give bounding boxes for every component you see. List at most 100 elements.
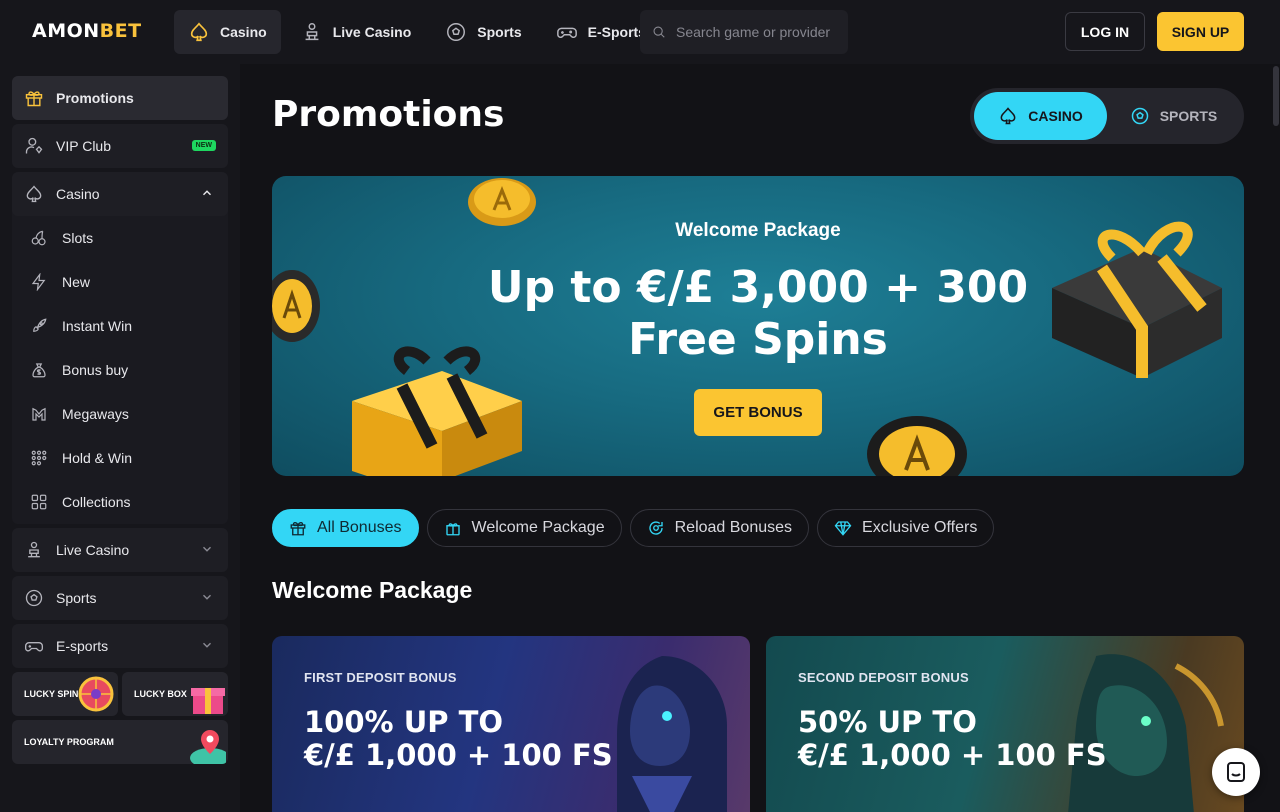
casino-group: Casino Slots New Instant Win Bonus buy M… <box>12 172 228 524</box>
sidebar-item-live-casino[interactable]: Live Casino <box>12 528 228 572</box>
new-badge: NEW <box>191 140 216 151</box>
gift-icon <box>25 91 43 107</box>
nav-casino[interactable]: Casino <box>174 10 281 54</box>
spade-icon <box>1000 107 1016 125</box>
section-title: Welcome Package <box>272 577 473 603</box>
search-input[interactable] <box>676 24 836 40</box>
sidebar-item-promotions[interactable]: Promotions <box>12 76 228 120</box>
lucky-box-tile[interactable]: LUCKY BOX <box>122 672 228 716</box>
coin-icon <box>867 416 967 476</box>
search-box <box>640 10 848 54</box>
nav-live-casino-label: Live Casino <box>332 24 412 40</box>
sidebar-sub-hold-win[interactable]: Hold & Win <box>12 436 228 480</box>
card-label: SECOND DEPOSIT BONUS <box>798 670 969 685</box>
spade-icon <box>190 22 208 42</box>
filter-welcome-package[interactable]: Welcome Package <box>426 509 622 547</box>
sidebar-item-label: Promotions <box>56 90 134 106</box>
gift-icon <box>290 521 306 536</box>
logo-text-1: AMON <box>32 20 100 42</box>
card-title-line1: 50% UP TO <box>798 705 977 739</box>
sub-item-label: New <box>62 274 91 290</box>
sidebar-item-casino[interactable]: Casino <box>12 172 228 216</box>
nav-casino-label: Casino <box>220 24 267 40</box>
sidebar-sub-slots[interactable]: Slots <box>12 216 228 260</box>
chevron-up-icon[interactable] <box>200 186 214 200</box>
get-bonus-button[interactable]: GET BONUS <box>694 389 822 436</box>
reload-icon <box>648 521 663 535</box>
page-scrollbar[interactable] <box>1272 64 1280 812</box>
chevron-down-icon[interactable] <box>200 590 214 604</box>
scrollbar-thumb[interactable] <box>1273 66 1279 126</box>
casino-sports-toggle: CASINO SPORTS <box>970 88 1244 144</box>
gift-box-icon <box>445 523 460 536</box>
nav-sports-label: Sports <box>477 24 522 40</box>
dealer-icon <box>28 541 40 558</box>
filter-exclusive-offers[interactable]: Exclusive Offers <box>817 509 995 547</box>
filter-label: Exclusive Offers <box>862 519 978 536</box>
toggle-sports[interactable]: SPORTS <box>1107 92 1240 140</box>
sidebar-item-esports[interactable]: E-sports <box>12 624 228 668</box>
main-content: Promotions CASINO SPORTS Welcome Package… <box>240 64 1272 812</box>
sidebar-item-label: Casino <box>56 186 100 202</box>
live-chat-button[interactable] <box>1212 748 1260 796</box>
logo-text-2: BET <box>99 20 142 42</box>
sidebar-sub-megaways[interactable]: Megaways <box>12 392 228 436</box>
sidebar-sub-bonus-buy[interactable]: Bonus buy <box>12 348 228 392</box>
top-header: AMONBET Casino Live Casino Sports E-Spor… <box>0 0 1280 64</box>
sidebar-item-label: Sports <box>56 590 97 606</box>
sidebar-item-vip[interactable]: VIP Club NEW <box>12 124 228 168</box>
logo[interactable]: AMONBET <box>32 20 142 42</box>
filter-reload-bonuses[interactable]: Reload Bonuses <box>629 509 810 547</box>
sidebar-sub-instant-win[interactable]: Instant Win <box>12 304 228 348</box>
signup-button[interactable]: SIGN UP <box>1157 12 1244 51</box>
bonus-card-first-deposit[interactable]: FIRST DEPOSIT BONUS 100% UP TO €/£ 1,000… <box>272 636 750 812</box>
promo-tiles: LUCKY SPIN LUCKY BOX <box>12 672 228 716</box>
sidebar-item-label: VIP Club <box>56 138 111 154</box>
chevron-down-icon[interactable] <box>200 542 214 556</box>
map-pin-icon <box>190 730 226 764</box>
toggle-casino[interactable]: CASINO <box>974 92 1107 140</box>
lightning-icon <box>31 273 46 291</box>
sidebar: Promotions VIP Club NEW Casino Slots New… <box>0 64 240 812</box>
lucky-spin-label: LUCKY SPIN <box>24 689 79 699</box>
sidebar-item-label: E-sports <box>56 638 109 654</box>
sub-item-label: Instant Win <box>62 318 133 334</box>
sub-item-label: Bonus buy <box>62 362 129 378</box>
gamepad-icon <box>556 27 577 38</box>
sub-item-label: Collections <box>62 494 131 510</box>
sub-item-label: Megaways <box>62 406 129 422</box>
nav-sports[interactable]: Sports <box>431 10 535 54</box>
sidebar-item-sports[interactable]: Sports <box>12 576 228 620</box>
money-bag-icon <box>32 363 46 378</box>
megaways-icon <box>32 407 46 421</box>
sidebar-sub-collections[interactable]: Collections <box>12 480 228 524</box>
sidebar-sub-new[interactable]: New <box>12 260 228 304</box>
main-nav: Casino Live Casino Sports E-Sports <box>174 10 660 54</box>
wheel-icon <box>78 676 114 712</box>
nav-esports-label: E-Sports <box>587 24 646 40</box>
nav-live-casino[interactable]: Live Casino <box>287 10 426 54</box>
lucky-box-label: LUCKY BOX <box>134 689 187 699</box>
filter-all-bonuses[interactable]: All Bonuses <box>272 509 419 547</box>
card-title: 50% UP TO €/£ 1,000 + 100 FS <box>798 706 1107 772</box>
lucky-spin-tile[interactable]: LUCKY SPIN <box>12 672 118 716</box>
search-icon <box>653 26 665 38</box>
loyalty-label: LOYALTY PROGRAM <box>24 737 114 747</box>
soccer-ball-icon <box>447 23 466 41</box>
filter-label: All Bonuses <box>317 519 402 536</box>
card-title-line1: 100% UP TO <box>304 705 504 739</box>
vip-user-icon <box>25 137 43 154</box>
bonus-filters: All Bonuses Welcome Package Reload Bonus… <box>272 509 995 547</box>
chevron-down-icon[interactable] <box>200 638 214 652</box>
card-label: FIRST DEPOSIT BONUS <box>304 670 457 685</box>
toggle-sports-label: SPORTS <box>1159 108 1218 124</box>
login-button[interactable]: LOG IN <box>1065 12 1145 51</box>
page-title: Promotions <box>272 94 505 135</box>
banner-title-line2: Free Spins <box>628 314 888 365</box>
bonus-card-second-deposit[interactable]: SECOND DEPOSIT BONUS 50% UP TO €/£ 1,000… <box>766 636 1244 812</box>
soccer-ball-icon <box>25 589 43 607</box>
loyalty-program-tile[interactable]: LOYALTY PROGRAM <box>12 720 228 764</box>
card-title-line2: €/£ 1,000 + 100 FS <box>304 738 613 772</box>
sub-item-label: Hold & Win <box>62 450 133 466</box>
welcome-banner: Welcome Package Up to €/£ 3,000 + 300 Fr… <box>272 176 1244 476</box>
